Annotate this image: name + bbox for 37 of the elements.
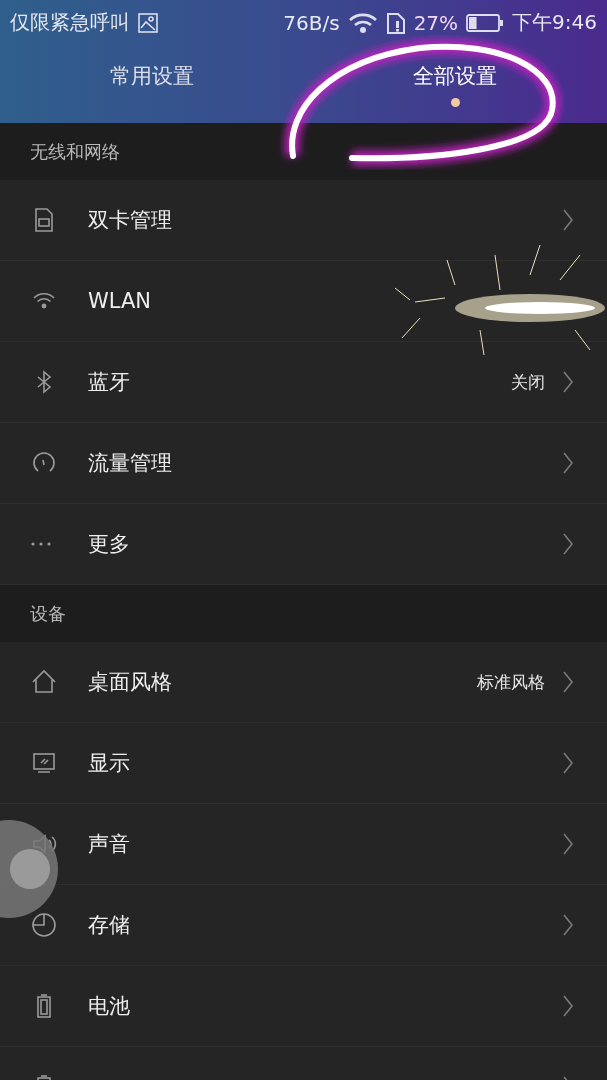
selected-dot [450, 97, 460, 107]
chevron-icon [563, 533, 573, 555]
tab[interactable]: 常用设置 [109, 61, 194, 90]
chevron-icon [563, 209, 573, 231]
row-label[interactable]: 声音 [88, 830, 130, 858]
chevron-icon [563, 671, 573, 693]
row-label[interactable]: 电池 [88, 992, 130, 1020]
chevron-icon [563, 995, 573, 1017]
sim-alert-icon [385, 11, 406, 34]
row-label[interactable]: 更多 [88, 530, 130, 558]
chevron-icon [563, 914, 573, 936]
chevron-icon [563, 752, 573, 774]
row-label[interactable]: 双卡管理 [88, 206, 172, 234]
pie-chart-icon [30, 911, 58, 939]
battery-percent: 27% [413, 10, 459, 35]
carrier-text: 仅限紧急呼叫 [10, 9, 130, 36]
row-value: 标准风格 [477, 670, 545, 694]
image-icon [138, 12, 158, 33]
network-speed: 76B/s [283, 10, 340, 35]
more-icon [30, 542, 52, 546]
chevron-icon [563, 371, 573, 393]
section-header: 无线和网络 [30, 139, 120, 164]
tab[interactable]: 全部设置 [413, 61, 498, 90]
row-label[interactable]: 桌面风格 [88, 668, 172, 696]
row-label[interactable]: WLAN [88, 289, 152, 313]
wifi-icon [347, 11, 378, 34]
row-label[interactable]: 存储 [88, 911, 130, 939]
chevron-icon [563, 452, 573, 474]
battery-icon [466, 12, 505, 33]
section-header: 设备 [30, 601, 66, 626]
home-icon [30, 668, 58, 696]
chevron-icon [563, 833, 573, 855]
row-value: 关闭 [511, 370, 545, 394]
row-label[interactable]: 蓝牙 [88, 368, 130, 396]
row-label[interactable]: 流量管理 [88, 449, 172, 477]
clock: 下午9:46 [512, 9, 597, 36]
row-label[interactable]: 显示 [88, 749, 130, 777]
